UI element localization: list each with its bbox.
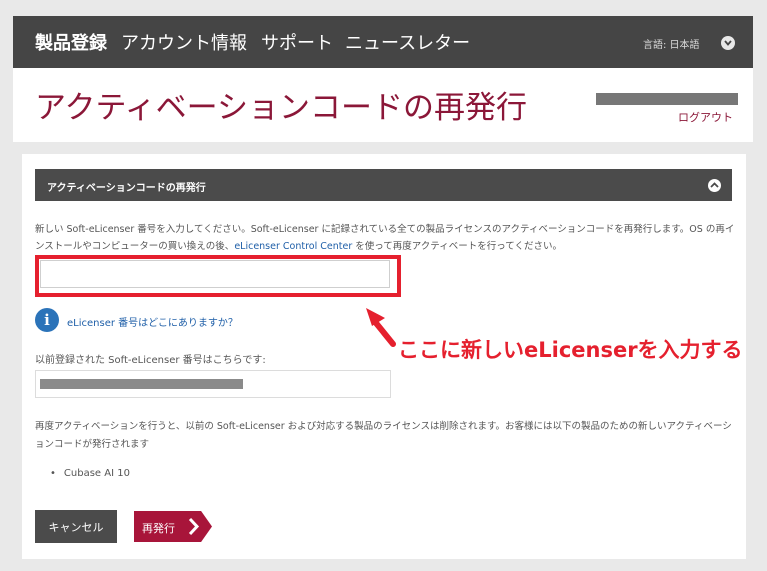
- cancel-button[interactable]: キャンセル: [35, 510, 117, 543]
- logout-link[interactable]: ログアウト: [678, 109, 733, 125]
- elicenser-control-center-link[interactable]: eLicenser Control Center: [234, 241, 352, 252]
- page-header: アクティベーションコードの再発行 ログアウト: [13, 68, 753, 142]
- instructions-part2: を使って再度アクティベートを行ってください。: [352, 241, 562, 252]
- previous-elicenser-value-redacted: [40, 379, 243, 389]
- previous-elicenser-field: [35, 370, 391, 398]
- section-title: アクティベーションコードの再発行: [47, 183, 206, 194]
- info-icon: i: [35, 308, 59, 332]
- instructions-text: 新しい Soft-eLicenser 番号を入力してください。Soft-eLic…: [35, 221, 735, 255]
- list-item: Cubase AI 10: [50, 468, 130, 479]
- reissue-panel: アクティベーションコードの再発行 新しい Soft-eLicenser 番号を入…: [22, 154, 746, 559]
- chevron-right-icon: [188, 517, 200, 536]
- new-elicenser-input[interactable]: [40, 260, 390, 288]
- reissue-button-label: 再発行: [142, 522, 175, 535]
- chevron-up-icon[interactable]: [708, 179, 721, 192]
- account-name-redacted: [596, 93, 738, 105]
- nav-item-account-info[interactable]: アカウント情報: [121, 29, 247, 55]
- language-selector[interactable]: 言語: 日本語: [643, 36, 700, 51]
- nav-item-newsletter[interactable]: ニュースレター: [345, 29, 470, 55]
- chevron-down-icon[interactable]: [721, 36, 735, 50]
- nav-item-product-registration[interactable]: 製品登録: [35, 29, 107, 55]
- reissue-button[interactable]: 再発行: [134, 511, 212, 542]
- warning-text: 再度アクティベーションを行うと、以前の Soft-eLicenser および対応…: [35, 421, 732, 450]
- product-list: Cubase AI 10: [50, 468, 130, 479]
- section-header[interactable]: アクティベーションコードの再発行: [35, 169, 732, 201]
- page-title: アクティベーションコードの再発行: [35, 90, 527, 126]
- elicenser-help-link[interactable]: eLicenser 番号はどこにありますか？: [67, 314, 238, 329]
- red-arrow-icon: [366, 308, 396, 347]
- annotation-text: ここに新しいeLicenserを入力する: [398, 338, 743, 362]
- previous-elicenser-label: 以前登録された Soft-eLicenser 番号はこちらです:: [35, 355, 266, 366]
- top-nav: 製品登録 アカウント情報 サポート ニュースレター 言語: 日本語: [13, 16, 753, 68]
- nav-item-support[interactable]: サポート: [261, 29, 333, 55]
